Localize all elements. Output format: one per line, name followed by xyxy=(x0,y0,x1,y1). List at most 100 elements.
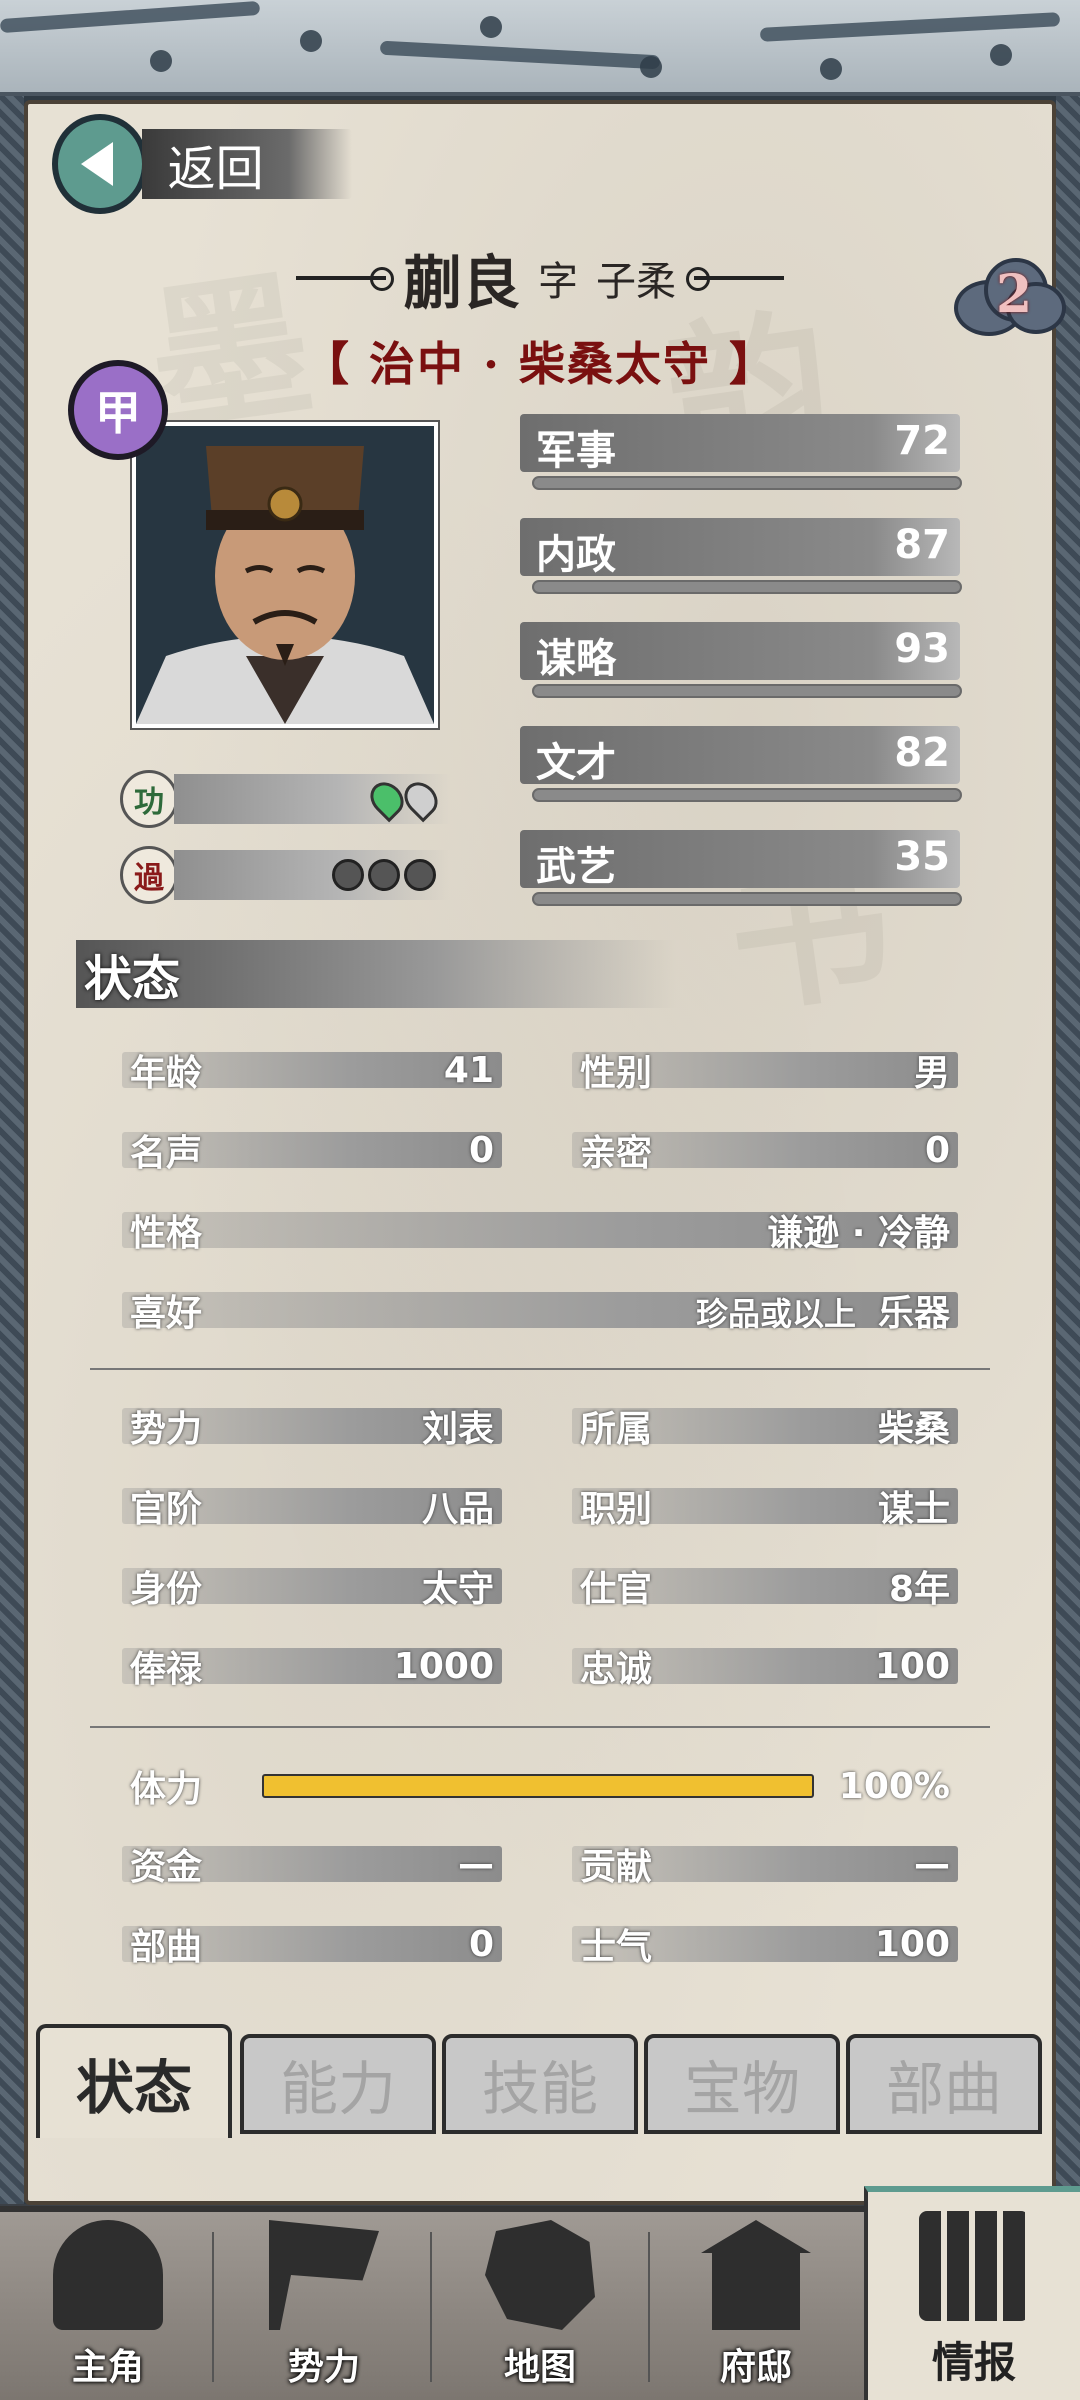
scroll-icon xyxy=(919,2211,1029,2321)
stat-label: 身份 xyxy=(130,1569,203,1610)
stat-value: 41 xyxy=(443,1049,494,1091)
stat-value: 100 xyxy=(874,1645,950,1687)
swirl-icon xyxy=(404,859,436,891)
cloud-badge[interactable]: 2 xyxy=(948,252,1068,342)
stat-label: 名声 xyxy=(130,1133,203,1174)
stat-value: 八品 xyxy=(421,1489,494,1530)
tab-treasure[interactable]: 宝物 xyxy=(644,2034,840,2134)
ability-value: 87 xyxy=(894,522,950,568)
tab-skill[interactable]: 技能 xyxy=(442,2034,638,2134)
officer-title: 【 治中 · 柴桑太守 】 xyxy=(302,337,778,391)
stat-morale: 士气 100 xyxy=(572,1920,958,1968)
stat-value: 8年 xyxy=(888,1569,950,1610)
courtesy-prefix: 字 xyxy=(538,259,578,305)
map-icon xyxy=(485,2220,595,2330)
ability-literary: 文才 82 xyxy=(520,718,966,810)
stat-rank: 官阶 八品 xyxy=(122,1482,502,1530)
stat-label: 仕官 xyxy=(580,1569,653,1610)
stat-post: 职别 谋士 xyxy=(572,1482,958,1530)
stat-value: 男 xyxy=(913,1053,950,1094)
merit-badge: 功 xyxy=(120,770,178,828)
stat-hobby: 喜好 珍品或以上 乐器 xyxy=(122,1286,958,1334)
stat-label: 亲密 xyxy=(580,1133,653,1174)
officer-name-bar: 蒯良 字 子柔 xyxy=(240,238,840,318)
stat-label: 官阶 xyxy=(130,1489,203,1530)
ability-strategy: 谋略 93 xyxy=(520,614,966,706)
demerit-row: 過 xyxy=(120,844,450,906)
hobby-item: 乐器 xyxy=(877,1293,950,1334)
ability-label: 谋略 xyxy=(536,636,616,682)
stat-value: 0 xyxy=(468,1129,494,1171)
nav-label: 地图 xyxy=(503,2347,576,2388)
nav-label: 府邸 xyxy=(719,2347,792,2388)
ability-label: 文才 xyxy=(536,740,616,786)
grade-badge: 甲 xyxy=(68,360,168,460)
ability-label: 内政 xyxy=(536,532,616,578)
stat-label: 部曲 xyxy=(130,1927,203,1968)
courtesy-name: 子柔 xyxy=(596,259,676,305)
stat-label: 贡献 xyxy=(580,1847,653,1888)
nav-intel[interactable]: 情报 xyxy=(864,2186,1080,2400)
stat-personality: 性格 谦逊 · 冷静 xyxy=(122,1206,958,1254)
ability-value: 72 xyxy=(894,418,950,464)
stat-label: 资金 xyxy=(130,1847,203,1888)
stat-value: 0 xyxy=(924,1129,950,1171)
nav-mansion[interactable]: 府邸 xyxy=(648,2212,864,2400)
stat-contribution: 贡献 — xyxy=(572,1840,958,1888)
bottom-nav: 主角 势力 地图 府邸 情报 xyxy=(0,2186,1080,2400)
back-label: 返回 xyxy=(141,129,352,199)
mansion-icon xyxy=(701,2220,811,2330)
ability-martial: 武艺 35 xyxy=(520,822,966,914)
nav-protagonist[interactable]: 主角 xyxy=(0,2212,216,2400)
stat-fame: 名声 0 xyxy=(122,1126,502,1174)
stat-label: 性格 xyxy=(130,1213,203,1254)
demerit-badge: 過 xyxy=(120,846,178,904)
stat-value: 0 xyxy=(468,1923,494,1965)
stat-service: 仕官 8年 xyxy=(572,1562,958,1610)
divider xyxy=(90,1368,990,1370)
stat-value: 100% xyxy=(838,1765,950,1807)
stat-faction: 势力 刘表 xyxy=(122,1402,502,1450)
stat-gender: 性别 男 xyxy=(572,1046,958,1094)
tab-ability[interactable]: 能力 xyxy=(240,2034,436,2134)
stat-age: 年龄 41 xyxy=(122,1046,502,1094)
stat-label: 俸禄 xyxy=(130,1649,203,1690)
nav-label: 势力 xyxy=(287,2347,360,2388)
merit-row: 功 xyxy=(120,768,450,830)
stat-value: 刘表 xyxy=(421,1409,494,1450)
stat-salary: 俸禄 1000 xyxy=(122,1642,502,1690)
back-button[interactable]: 返回 xyxy=(52,114,352,214)
stat-value: 柴桑 xyxy=(877,1409,950,1450)
screen: { "back_label": "返回", "officer": { "name… xyxy=(0,0,1080,2400)
ability-military: 军事 72 xyxy=(520,406,966,498)
stat-label: 体力 xyxy=(130,1769,203,1810)
tab-status[interactable]: 状态 xyxy=(36,2024,232,2138)
stat-troops: 部曲 0 xyxy=(122,1920,502,1968)
stat-label: 性别 xyxy=(580,1053,653,1094)
stat-belong: 所属 柴桑 xyxy=(572,1402,958,1450)
hobby-grade: 珍品或以上 xyxy=(695,1295,856,1333)
ability-value: 35 xyxy=(894,834,950,880)
stamina-bar xyxy=(262,1774,814,1798)
stat-value: 谦逊 · 冷静 xyxy=(767,1213,950,1254)
nav-map[interactable]: 地图 xyxy=(432,2212,648,2400)
stat-label: 士气 xyxy=(580,1927,653,1968)
nav-label: 主角 xyxy=(71,2347,144,2388)
ability-value: 82 xyxy=(894,730,950,776)
top-decoration-band xyxy=(0,0,1080,96)
tab-troops[interactable]: 部曲 xyxy=(846,2034,1042,2134)
gray-pin-icon xyxy=(397,775,445,823)
stat-value: — xyxy=(914,1843,950,1885)
portrait-image xyxy=(136,426,434,724)
nav-faction[interactable]: 势力 xyxy=(216,2212,432,2400)
stat-label: 所属 xyxy=(580,1409,653,1450)
stat-loyalty: 忠诚 100 xyxy=(572,1642,958,1690)
ability-label: 军事 xyxy=(536,428,616,474)
stat-label: 年龄 xyxy=(130,1053,203,1094)
stat-label: 喜好 xyxy=(130,1293,203,1334)
status-heading: 状态 xyxy=(76,940,676,1008)
stat-value: 珍品或以上 乐器 xyxy=(696,1284,958,1336)
stat-intimacy: 亲密 0 xyxy=(572,1126,958,1174)
stat-label: 忠诚 xyxy=(580,1649,653,1690)
right-ornament xyxy=(686,267,784,291)
